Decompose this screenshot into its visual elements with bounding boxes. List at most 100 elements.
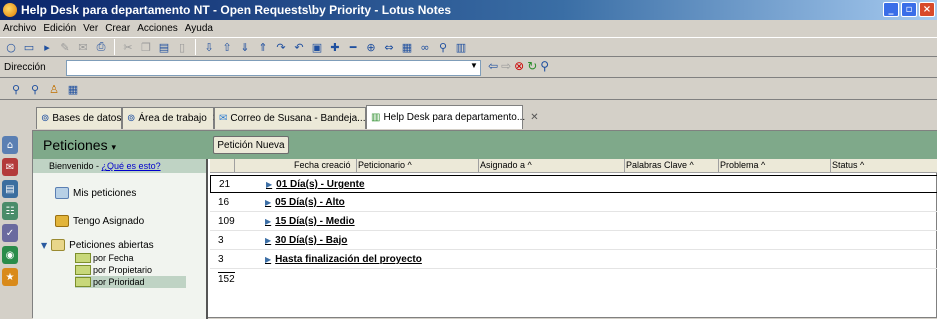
workspace-icon: ⊚ bbox=[127, 113, 136, 124]
edit-icon[interactable]: ✎ bbox=[57, 39, 73, 55]
column-asignado-a[interactable]: Asignado a ^ bbox=[480, 160, 532, 170]
address-input[interactable] bbox=[66, 60, 481, 76]
total-count: 152 bbox=[218, 272, 235, 285]
column-separator bbox=[718, 159, 719, 173]
favorites-icon[interactable]: ★ bbox=[2, 268, 18, 286]
column-headers: Fecha creació Peticionario ^ Asignado a … bbox=[210, 159, 937, 173]
cut-icon[interactable]: ✂ bbox=[120, 39, 136, 55]
what-is-this-link[interactable]: ¿Qué es esto? bbox=[102, 161, 161, 171]
column-problema[interactable]: Problema ^ bbox=[720, 160, 765, 170]
my-requests-icon bbox=[55, 187, 69, 199]
paste-icon[interactable]: ▤ bbox=[156, 39, 172, 55]
forward-nav-icon[interactable]: ⇨ bbox=[501, 59, 511, 73]
category-row[interactable]: 21 ▶ 01 Día(s) - Urgente bbox=[210, 175, 937, 193]
twisty-icon[interactable]: ▶ bbox=[265, 198, 271, 207]
dropdown-arrow-icon[interactable]: ▼ bbox=[470, 61, 478, 70]
category-label[interactable]: ▶ 15 Día(s) - Medio bbox=[265, 216, 355, 227]
nav-tengo-asignado[interactable]: Tengo Asignado bbox=[55, 215, 144, 227]
tab-correo[interactable]: ✉ Correo de Susana - Bandeja... ✕ bbox=[214, 107, 379, 129]
save-icon[interactable]: ▭ bbox=[21, 39, 37, 55]
column-peticionario[interactable]: Peticionario ^ bbox=[358, 160, 412, 170]
grid-icon[interactable]: ▥ bbox=[453, 39, 469, 55]
category-label[interactable]: ▶ 30 Día(s) - Bajo bbox=[265, 235, 347, 246]
nav-por-prioridad[interactable]: por Prioridad bbox=[75, 276, 186, 288]
category-label[interactable]: ▶ 01 Día(s) - Urgente bbox=[266, 179, 365, 190]
category-row[interactable]: 3 ▶ Hasta finalización del proyecto bbox=[210, 251, 937, 269]
home-icon[interactable]: ⌂ bbox=[2, 136, 18, 154]
menu-ver[interactable]: Ver bbox=[83, 23, 98, 34]
next-unread-icon[interactable]: ⇓ bbox=[237, 39, 253, 55]
row-count: 16 bbox=[218, 197, 230, 208]
close-tab-icon[interactable]: ✕ bbox=[530, 112, 538, 123]
menu-acciones[interactable]: Acciones bbox=[137, 23, 178, 34]
category-label[interactable]: ▶ 05 Día(s) - Alto bbox=[265, 197, 345, 208]
expand-icon[interactable]: ⇩ bbox=[201, 39, 217, 55]
new-request-button[interactable]: Petición Nueva bbox=[213, 136, 289, 154]
nav-por-propietario[interactable]: por Propietario bbox=[75, 264, 152, 276]
column-fecha-creacion[interactable]: Fecha creació bbox=[294, 160, 351, 170]
twisty-icon[interactable]: ▶ bbox=[266, 180, 272, 189]
menu-bar: Archivo Edición Ver Crear Acciones Ayuda bbox=[0, 20, 937, 36]
column-status[interactable]: Status ^ bbox=[832, 160, 864, 170]
category-row[interactable]: 16 ▶ 05 Día(s) - Alto bbox=[210, 194, 937, 212]
menu-edicion[interactable]: Edición bbox=[43, 23, 76, 34]
search-glass-icon[interactable]: ⚲ bbox=[8, 82, 24, 98]
previous-unread-icon[interactable]: ⇑ bbox=[255, 39, 271, 55]
view-icon[interactable]: ▣ bbox=[309, 39, 325, 55]
twisty-icon[interactable]: ▶ bbox=[265, 217, 271, 226]
window-title: Help Desk para departamento NT - Open Re… bbox=[21, 3, 452, 17]
print-icon[interactable]: ⎙ bbox=[93, 39, 109, 55]
tab-label: Área de trabajo bbox=[138, 113, 207, 124]
view-menu-title[interactable]: Peticiones ▾ bbox=[43, 137, 116, 153]
tab-area-de-trabajo[interactable]: ⊚ Área de trabajo ✕ bbox=[122, 107, 220, 129]
category-row[interactable]: 109 ▶ 15 Día(s) - Medio bbox=[210, 213, 937, 231]
database-tab-icon: ▥ bbox=[371, 112, 381, 123]
search-glass-icon[interactable]: ⚲ bbox=[27, 82, 43, 98]
close-button[interactable]: × bbox=[919, 2, 935, 17]
copy-icon[interactable]: ❐ bbox=[138, 39, 154, 55]
contacts-icon[interactable]: ☷ bbox=[2, 202, 18, 220]
menu-ayuda[interactable]: Ayuda bbox=[185, 23, 213, 34]
add-icon[interactable]: ✚ bbox=[327, 39, 343, 55]
table-icon[interactable]: ▦ bbox=[65, 82, 81, 98]
person-icon[interactable]: ♙ bbox=[46, 82, 62, 98]
replicator-icon[interactable]: ◉ bbox=[2, 246, 18, 264]
maximize-button[interactable]: ▫ bbox=[901, 2, 917, 17]
calendar-icon[interactable]: ▤ bbox=[2, 180, 18, 198]
twisty-icon[interactable]: ▶ bbox=[265, 236, 271, 245]
open-icon[interactable]: ▸ bbox=[39, 39, 55, 55]
collapse-icon[interactable]: ⇧ bbox=[219, 39, 235, 55]
mail-bookmark-icon[interactable]: ✉ bbox=[2, 158, 18, 176]
todo-icon[interactable]: ✓ bbox=[2, 224, 18, 242]
nav-peticiones-abiertas[interactable]: ▼ Peticiones abiertas bbox=[41, 239, 154, 251]
back-icon[interactable]: ⇦ bbox=[488, 59, 498, 73]
menu-crear[interactable]: Crear bbox=[105, 23, 130, 34]
stop-icon[interactable]: ⊗ bbox=[514, 59, 524, 73]
category-label[interactable]: ▶ Hasta finalización del proyecto bbox=[265, 254, 422, 265]
link-icon[interactable]: ⇔ bbox=[381, 39, 397, 55]
nav-mis-peticiones[interactable]: Mis peticiones bbox=[55, 187, 136, 199]
search-icon[interactable]: ⚲ bbox=[435, 39, 451, 55]
category-row[interactable]: 3 ▶ 30 Día(s) - Bajo bbox=[210, 232, 937, 250]
next-icon[interactable]: ↷ bbox=[273, 39, 289, 55]
search-web-icon[interactable]: ⚲ bbox=[540, 59, 549, 73]
binoculars-icon[interactable]: ∞ bbox=[417, 39, 433, 55]
column-palabras-clave[interactable]: Palabras Clave ^ bbox=[626, 160, 694, 170]
forward-icon[interactable]: ⊕ bbox=[363, 39, 379, 55]
minimize-button[interactable]: _ bbox=[883, 2, 899, 17]
remove-icon[interactable]: ━ bbox=[345, 39, 361, 55]
mail-icon[interactable]: ✉ bbox=[75, 39, 91, 55]
menu-archivo[interactable]: Archivo bbox=[3, 23, 36, 34]
nav-por-fecha[interactable]: por Fecha bbox=[75, 252, 134, 264]
new-icon[interactable]: ○ bbox=[3, 39, 19, 55]
twisty-icon[interactable]: ▶ bbox=[265, 255, 271, 264]
delete-icon[interactable]: ▯ bbox=[174, 39, 190, 55]
tab-bases-de-datos[interactable]: ⊚ Bases de datos bbox=[36, 107, 122, 129]
refresh-icon[interactable]: ↻ bbox=[527, 59, 537, 73]
properties-icon[interactable]: ▦ bbox=[399, 39, 415, 55]
bookmark-rail: ⌂ ✉ ▤ ☷ ✓ ◉ ★ bbox=[0, 130, 20, 318]
tab-help-desk[interactable]: ▥ Help Desk para departamento... ✕ bbox=[366, 105, 539, 129]
toolbar-separator bbox=[114, 39, 115, 55]
expand-arrow-icon[interactable]: ▼ bbox=[41, 241, 47, 250]
previous-icon[interactable]: ↶ bbox=[291, 39, 307, 55]
